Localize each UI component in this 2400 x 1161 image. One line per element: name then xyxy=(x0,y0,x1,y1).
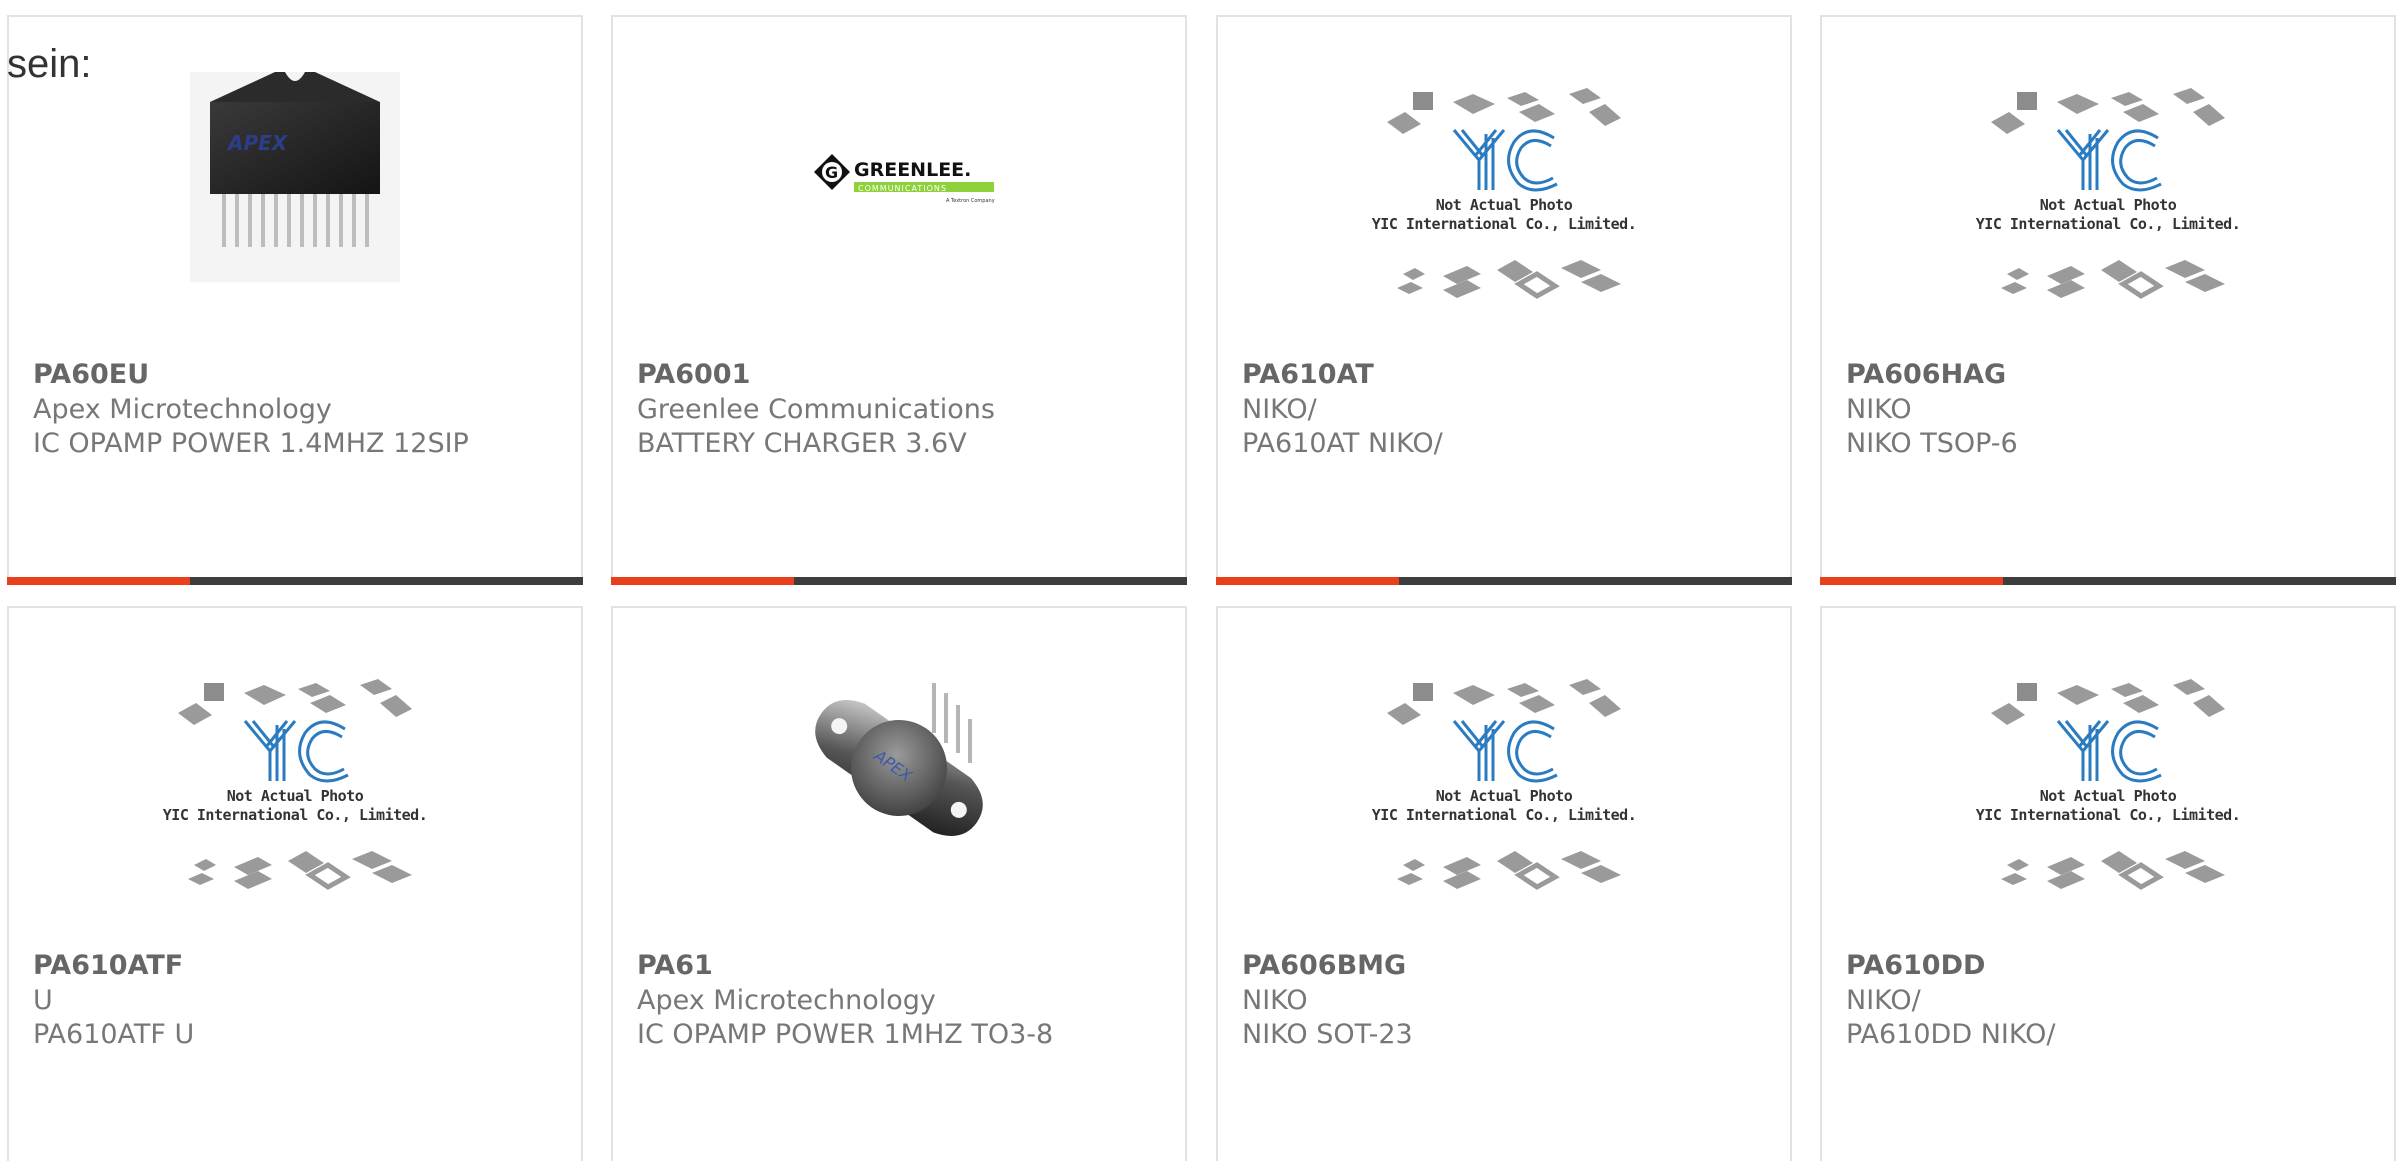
page-heading: sein: xyxy=(7,42,92,86)
product-manufacturer: Greenlee Communications xyxy=(637,394,995,425)
product-part-number[interactable]: PA610DD xyxy=(1846,950,1985,981)
product-manufacturer: Apex Microtechnology xyxy=(33,394,332,425)
placeholder-company: YIC International Co., Limited. xyxy=(162,806,428,824)
greenlee-logo: G GREENLEE. COMMUNICATIONS A Textron Com… xyxy=(794,72,1004,282)
product-manufacturer: Apex Microtechnology xyxy=(637,985,936,1016)
product-description: PA610ATF U xyxy=(33,1019,195,1050)
product-part-number[interactable]: PA6001 xyxy=(637,359,750,390)
product-part-number[interactable]: PA60EU xyxy=(33,359,149,390)
placeholder-company: YIC International Co., Limited. xyxy=(1975,806,2241,824)
svg-text:APEX: APEX xyxy=(226,131,289,155)
product-image[interactable]: APEX xyxy=(613,663,1185,903)
product-card-pa61[interactable]: APEX PA61 Apex Microtechnology IC OPAMP … xyxy=(611,606,1187,1161)
product-image[interactable]: Not Actual Photo YIC International Co., … xyxy=(1822,663,2394,903)
svg-text:G: G xyxy=(825,163,838,182)
product-image[interactable]: Not Actual Photo YIC International Co., … xyxy=(1218,72,1790,312)
svg-text:GREENLEE.: GREENLEE. xyxy=(854,159,971,181)
product-part-number[interactable]: PA610AT xyxy=(1242,359,1374,390)
product-image[interactable]: APEX xyxy=(9,72,581,312)
placeholder-company: YIC International Co., Limited. xyxy=(1371,806,1637,824)
placeholder-caption: Not Actual Photo xyxy=(226,787,364,805)
product-description: BATTERY CHARGER 3.6V xyxy=(637,428,967,459)
sip-chip-photo: APEX xyxy=(190,72,400,282)
product-image[interactable]: Not Actual Photo YIC International Co., … xyxy=(1218,663,1790,903)
yic-placeholder-image: Not Actual Photo YIC International Co., … xyxy=(1973,663,2243,903)
placeholder-caption: Not Actual Photo xyxy=(1435,196,1573,214)
product-description: PA610DD NIKO/ xyxy=(1846,1019,2056,1050)
placeholder-company: YIC International Co., Limited. xyxy=(1371,215,1637,233)
product-description: IC OPAMP POWER 1.4MHZ 12SIP xyxy=(33,428,469,459)
card-accent-bar xyxy=(7,577,583,585)
product-description: NIKO SOT-23 xyxy=(1242,1019,1413,1050)
placeholder-caption: Not Actual Photo xyxy=(2039,787,2177,805)
svg-text:COMMUNICATIONS: COMMUNICATIONS xyxy=(858,184,947,193)
product-description: IC OPAMP POWER 1MHZ TO3-8 xyxy=(637,1019,1054,1050)
yic-placeholder-image: Not Actual Photo YIC International Co., … xyxy=(1369,72,1639,312)
product-part-number[interactable]: PA610ATF xyxy=(33,950,183,981)
product-card-pa610dd[interactable]: Not Actual Photo YIC International Co., … xyxy=(1820,606,2396,1161)
product-part-number[interactable]: PA606BMG xyxy=(1242,950,1406,981)
product-card-pa606hag[interactable]: Not Actual Photo YIC International Co., … xyxy=(1820,15,2396,585)
product-card-pa6001[interactable]: G GREENLEE. COMMUNICATIONS A Textron Com… xyxy=(611,15,1187,585)
product-image[interactable]: Not Actual Photo YIC International Co., … xyxy=(1822,72,2394,312)
product-card-pa606bmg[interactable]: Not Actual Photo YIC International Co., … xyxy=(1216,606,1792,1161)
product-description: NIKO TSOP-6 xyxy=(1846,428,2018,459)
svg-text:A Textron Company: A Textron Company xyxy=(946,198,995,204)
product-manufacturer: NIKO xyxy=(1846,394,1912,425)
product-image[interactable]: G GREENLEE. COMMUNICATIONS A Textron Com… xyxy=(613,72,1185,312)
yic-placeholder-image: Not Actual Photo YIC International Co., … xyxy=(1369,663,1639,903)
card-accent-bar xyxy=(611,577,1187,585)
card-accent-bar xyxy=(1820,577,2396,585)
product-card-pa610at[interactable]: Not Actual Photo YIC International Co., … xyxy=(1216,15,1792,585)
product-manufacturer: NIKO xyxy=(1242,985,1308,1016)
product-card-pa610atf[interactable]: Not Actual Photo YIC International Co., … xyxy=(7,606,583,1161)
yic-placeholder-image: Not Actual Photo YIC International Co., … xyxy=(160,663,430,903)
placeholder-company: YIC International Co., Limited. xyxy=(1975,215,2241,233)
product-part-number[interactable]: PA61 xyxy=(637,950,713,981)
placeholder-caption: Not Actual Photo xyxy=(1435,787,1573,805)
yic-placeholder-image: Not Actual Photo YIC International Co., … xyxy=(1973,72,2243,312)
product-manufacturer: NIKO/ xyxy=(1242,394,1317,425)
product-part-number[interactable]: PA606HAG xyxy=(1846,359,2006,390)
product-image[interactable]: Not Actual Photo YIC International Co., … xyxy=(9,663,581,903)
card-accent-bar xyxy=(1216,577,1792,585)
product-manufacturer: NIKO/ xyxy=(1846,985,1921,1016)
to3-package-photo: APEX xyxy=(794,663,1004,873)
product-manufacturer: U xyxy=(33,985,53,1016)
product-description: PA610AT NIKO/ xyxy=(1242,428,1443,459)
placeholder-caption: Not Actual Photo xyxy=(2039,196,2177,214)
product-card-pa60eu[interactable]: APEX PA60EU Apex Microtechnology IC OPAM… xyxy=(7,15,583,585)
